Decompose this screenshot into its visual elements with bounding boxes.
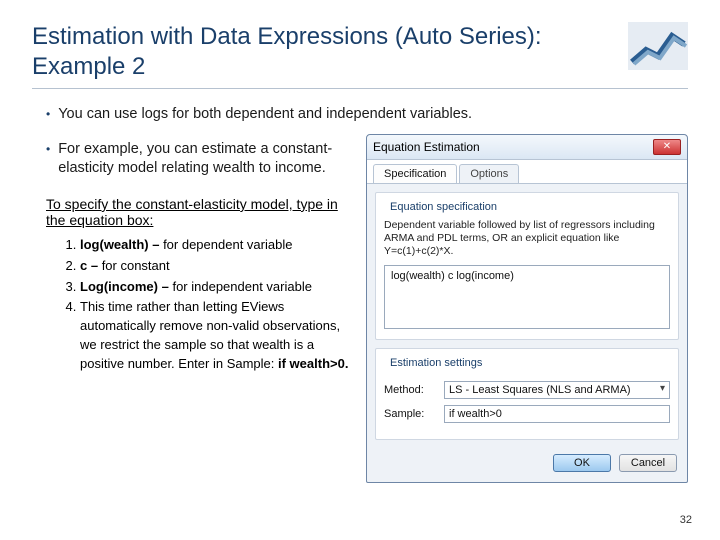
bullet-2-text: For example, you can estimate a constant… (58, 140, 356, 178)
steps-list: log(wealth) – for dependent variable c –… (80, 236, 356, 374)
group-estimation-settings-label: Estimation settings (386, 357, 486, 369)
page-number: 32 (680, 514, 692, 526)
sample-label: Sample: (384, 408, 438, 420)
instruction-heading: To specify the constant-elasticity model… (46, 196, 356, 228)
sample-row: Sample: if wealth>0 (384, 405, 670, 423)
right-column: Equation Estimation ✕ Specification Opti… (366, 134, 688, 482)
group-estimation-settings: Estimation settings Method: LS - Least S… (375, 348, 679, 440)
step-3: Log(income) – for independent variable (80, 278, 356, 297)
page-title: Estimation with Data Expressions (Auto S… (32, 22, 628, 82)
method-label: Method: (384, 384, 438, 396)
logo (628, 22, 688, 70)
close-icon: ✕ (663, 142, 671, 152)
group-equation-spec: Equation specification Dependent variabl… (375, 192, 679, 339)
dialog-title: Equation Estimation (373, 140, 480, 154)
bullet-dot-icon: • (46, 105, 50, 124)
dialog-tabs: Specification Options (367, 160, 687, 184)
ok-button[interactable]: OK (553, 454, 611, 472)
step-1: log(wealth) – for dependent variable (80, 236, 356, 255)
step-1-bold: log(wealth) – (80, 237, 159, 252)
equation-hint: Dependent variable followed by list of r… (384, 219, 670, 258)
step-2-rest: for constant (98, 258, 170, 273)
group-equation-spec-label: Equation specification (386, 201, 501, 213)
bullet-1: • You can use logs for both dependent an… (46, 105, 688, 124)
bullet-1-text: You can use logs for both dependent and … (58, 105, 472, 124)
tab-specification[interactable]: Specification (373, 164, 457, 183)
slide: Estimation with Data Expressions (Auto S… (0, 0, 720, 540)
sample-input[interactable]: if wealth>0 (444, 405, 670, 423)
step-1-rest: for dependent variable (159, 237, 292, 252)
header-row: Estimation with Data Expressions (Auto S… (32, 22, 688, 82)
title-underline (32, 88, 688, 89)
dialog-titlebar[interactable]: Equation Estimation ✕ (367, 135, 687, 160)
content-row: • For example, you can estimate a consta… (32, 134, 688, 482)
close-button[interactable]: ✕ (653, 139, 681, 155)
step-4: This time rather than letting EViews aut… (80, 298, 356, 373)
equation-estimation-dialog: Equation Estimation ✕ Specification Opti… (366, 134, 688, 482)
step-4-bold: if wealth>0. (278, 356, 348, 371)
bullet-2: • For example, you can estimate a consta… (46, 140, 356, 178)
step-2: c – for constant (80, 257, 356, 276)
bullet-dot-icon: • (46, 140, 50, 178)
dialog-button-bar: OK Cancel (367, 448, 687, 482)
step-3-bold: Log(income) – (80, 279, 169, 294)
step-3-rest: for independent variable (169, 279, 312, 294)
step-2-bold: c – (80, 258, 98, 273)
method-select[interactable]: LS - Least Squares (NLS and ARMA) (444, 381, 670, 399)
method-row: Method: LS - Least Squares (NLS and ARMA… (384, 381, 670, 399)
tab-options[interactable]: Options (459, 164, 519, 183)
left-column: • For example, you can estimate a consta… (32, 134, 356, 376)
equation-input[interactable]: log(wealth) c log(income) (384, 265, 670, 329)
cancel-button[interactable]: Cancel (619, 454, 677, 472)
